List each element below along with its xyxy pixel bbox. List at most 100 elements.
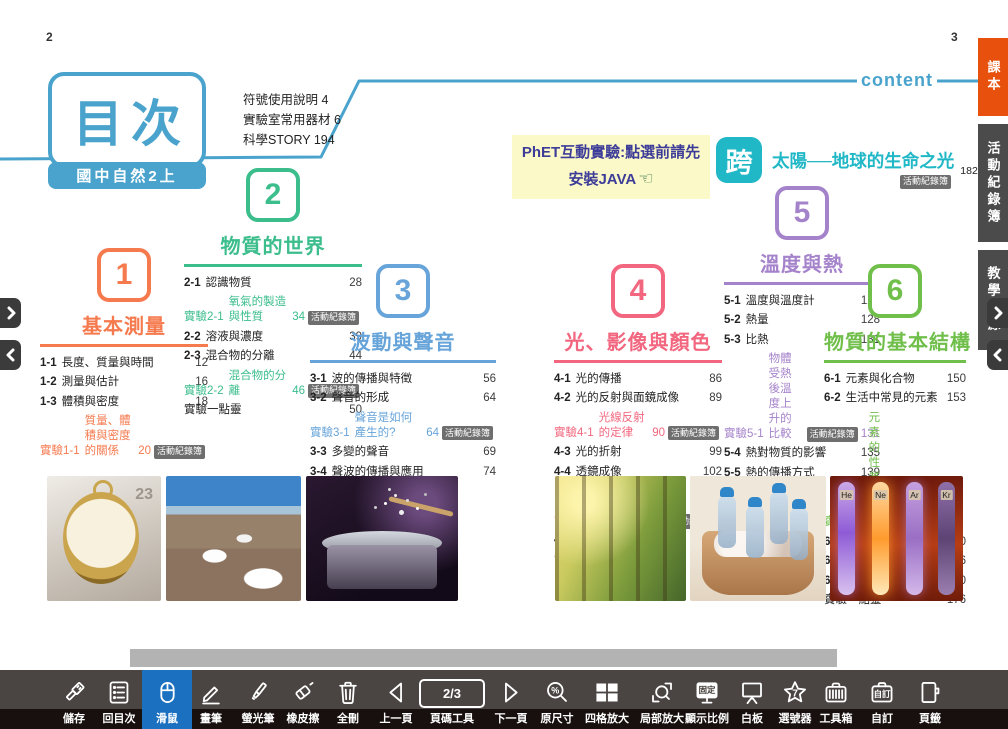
scroll-right-button-right-edge[interactable] xyxy=(987,298,1008,328)
toc-item[interactable]: 1-2測量與估計16 xyxy=(40,375,208,390)
front-matter-list: 符號使用說明 4 實驗室常用器材 6 科學STORY 194 xyxy=(243,90,341,150)
svg-text:%: % xyxy=(551,685,559,695)
tab-activity-book[interactable]: 活動紀錄簿 xyxy=(978,124,1008,242)
tool-toc-list[interactable]: 回目次 xyxy=(106,670,133,729)
tool-next-triangle[interactable]: 下一頁 xyxy=(498,670,525,729)
toc-item-page: 46 xyxy=(292,384,305,399)
phet-java-notice[interactable]: PhET互動實驗:點選前請先 安裝JAVA☜ xyxy=(512,135,710,199)
section-title[interactable]: 物質的基本結構 xyxy=(824,326,966,363)
page-number-right: 3 xyxy=(951,30,958,44)
tool-four-grid[interactable]: 四格放大 xyxy=(594,670,621,729)
svg-text:自訂: 自訂 xyxy=(874,689,891,699)
toc-item-page: 64 xyxy=(483,391,496,406)
tool-star-number[interactable]: 7選號器 xyxy=(782,670,809,729)
toc-experiment-item[interactable]: 實驗3-1聲音是如何產生的?64活動紀錄簿 xyxy=(310,411,496,441)
toc-item-number: 1-3 xyxy=(40,395,57,410)
tool-label: 選號器 xyxy=(779,710,812,726)
activity-book-tag[interactable]: 活動紀錄簿 xyxy=(897,171,954,189)
photo-bottles-in-ice xyxy=(690,476,826,601)
prev-triangle-icon xyxy=(383,670,410,711)
toc-item[interactable]: 4-2光的反射與面鏡成像89 xyxy=(554,391,722,406)
tool-label: 自訂 xyxy=(871,710,893,726)
tool-zoom-percent[interactable]: %原尺寸 xyxy=(544,670,571,729)
tool-eraser[interactable]: 橡皮擦 xyxy=(290,670,317,729)
tool-toolbox[interactable]: 工具箱 xyxy=(823,670,850,729)
tool-page-tab[interactable]: 頁籤 xyxy=(917,670,944,729)
tool-mouse[interactable]: 滑鼠 xyxy=(142,670,192,729)
bottle xyxy=(746,506,764,558)
tool-highlighter[interactable]: 螢光筆 xyxy=(245,670,272,729)
tool-label: 四格放大 xyxy=(585,710,629,726)
section-title[interactable]: 光、影像與顏色 xyxy=(554,326,722,363)
tool-page-indicator[interactable]: 2/3 頁碼工具 xyxy=(419,670,485,729)
toc-item[interactable]: 4-3光的折射99 xyxy=(554,445,722,460)
front-matter-item[interactable]: 符號使用說明 4 xyxy=(243,90,341,110)
section-1: 1基本測量1-1長度、質量與時間121-2測量與估計161-3體積與密度18實驗… xyxy=(40,248,208,464)
activity-book-tag[interactable]: 活動紀錄簿 xyxy=(668,426,719,440)
activity-book-tag[interactable]: 活動紀錄簿 xyxy=(154,445,205,459)
tool-display-ratio[interactable]: 固定顯示比例 xyxy=(694,670,721,729)
toc-item[interactable]: 4-1光的傳播86 xyxy=(554,372,722,387)
tool-trash[interactable]: 全刪 xyxy=(335,670,362,729)
tool-label: 下一頁 xyxy=(495,710,528,726)
toc-item-text: 長度、質量與時間 xyxy=(62,356,190,371)
toc-item[interactable]: 1-3體積與密度18 xyxy=(40,395,208,410)
tool-label: 頁碼工具 xyxy=(430,710,474,726)
section-number-badge: 2 xyxy=(246,168,300,222)
water-splash xyxy=(384,502,387,505)
toc-item-text: 波的傳播與特徵 xyxy=(332,372,478,387)
bottom-toolbar: 儲存回目次滑鼠畫筆 螢光筆橡皮擦全刪 上一頁 2/3 頁碼工具 下一頁 %原尺寸四格放大 局部… xyxy=(0,670,1008,729)
usb-drive-icon xyxy=(61,670,88,711)
activity-book-tag[interactable]: 活動紀錄簿 xyxy=(442,426,493,440)
front-matter-item[interactable]: 科學STORY 194 xyxy=(243,130,341,150)
scroll-left-button-left-edge[interactable] xyxy=(0,340,21,370)
toc-item-text: 氧氣的製造與性質 xyxy=(229,295,287,325)
tool-label: 顯示比例 xyxy=(685,710,729,726)
toc-item[interactable]: 6-1元素與化合物150 xyxy=(824,372,966,387)
phet-notice-line2: 安裝JAVA☜ xyxy=(568,165,653,192)
tool-label: 全刪 xyxy=(337,710,359,726)
tool-pen[interactable]: 畫筆 xyxy=(198,670,225,729)
toc-item-number: 實驗2-1 xyxy=(184,310,224,325)
tool-area-zoom[interactable]: 局部放大 xyxy=(649,670,676,729)
section-title[interactable]: 波動與聲音 xyxy=(310,326,496,363)
tool-label: 白板 xyxy=(741,710,763,726)
cross-unit-page: 182 xyxy=(960,165,978,177)
content-running-head: content xyxy=(857,70,937,91)
section-number-badge: 3 xyxy=(376,264,430,318)
toc-experiment-item[interactable]: 實驗1-1質量、體積與密度的關係20活動紀錄簿 xyxy=(40,414,208,459)
toc-item-number: 3-3 xyxy=(310,445,327,460)
toc-item-text: 光的反射與面鏡成像 xyxy=(576,391,704,406)
toc-item-number: 6-2 xyxy=(824,391,841,406)
tool-whiteboard[interactable]: 白板 xyxy=(739,670,766,729)
scroll-right-button-left-edge[interactable] xyxy=(0,298,21,328)
toc-item[interactable]: 6-2生活中常見的元素153 xyxy=(824,391,966,406)
tool-label: 畫筆 xyxy=(200,710,222,726)
toc-item-text: 光的折射 xyxy=(576,445,704,460)
tool-custom-box[interactable]: 自訂自訂 xyxy=(869,670,896,729)
tab-textbook[interactable]: 課本 xyxy=(978,38,1008,116)
drum-body xyxy=(327,545,437,589)
toc-item-number: 5-4 xyxy=(724,446,741,461)
scroll-left-button-right-edge[interactable] xyxy=(987,340,1008,370)
custom-box-icon: 自訂 xyxy=(869,670,896,711)
section-3: 3波動與聲音3-1波的傳播與特徵563-2聲音的形成64實驗3-1聲音是如何產生… xyxy=(310,264,496,484)
toc-experiment-item[interactable]: 實驗4-1光線反射的定律90活動紀錄簿 xyxy=(554,411,722,441)
bottle xyxy=(790,508,808,560)
toc-item[interactable]: 3-2聲音的形成64 xyxy=(310,391,496,406)
tool-prev-triangle[interactable]: 上一頁 xyxy=(383,670,410,729)
toolbox-icon xyxy=(823,670,850,711)
section-title[interactable]: 物質的世界 xyxy=(184,230,362,267)
toc-item-page: 153 xyxy=(947,391,966,406)
front-matter-item[interactable]: 實驗室常用器材 6 xyxy=(243,110,341,130)
display-ratio-icon: 固定 xyxy=(694,670,721,711)
toc-item[interactable]: 1-1長度、質量與時間12 xyxy=(40,356,208,371)
page-tab-icon xyxy=(917,670,944,711)
toc-item[interactable]: 3-3多變的聲音69 xyxy=(310,445,496,460)
scrollbar-thumb[interactable] xyxy=(130,649,837,667)
page-indicator-value[interactable]: 2/3 xyxy=(419,679,485,708)
toc-item-page: 56 xyxy=(483,372,496,387)
tool-usb-drive[interactable]: 儲存 xyxy=(61,670,88,729)
toc-item[interactable]: 3-1波的傳播與特徵56 xyxy=(310,372,496,387)
section-title[interactable]: 基本測量 xyxy=(40,310,208,347)
